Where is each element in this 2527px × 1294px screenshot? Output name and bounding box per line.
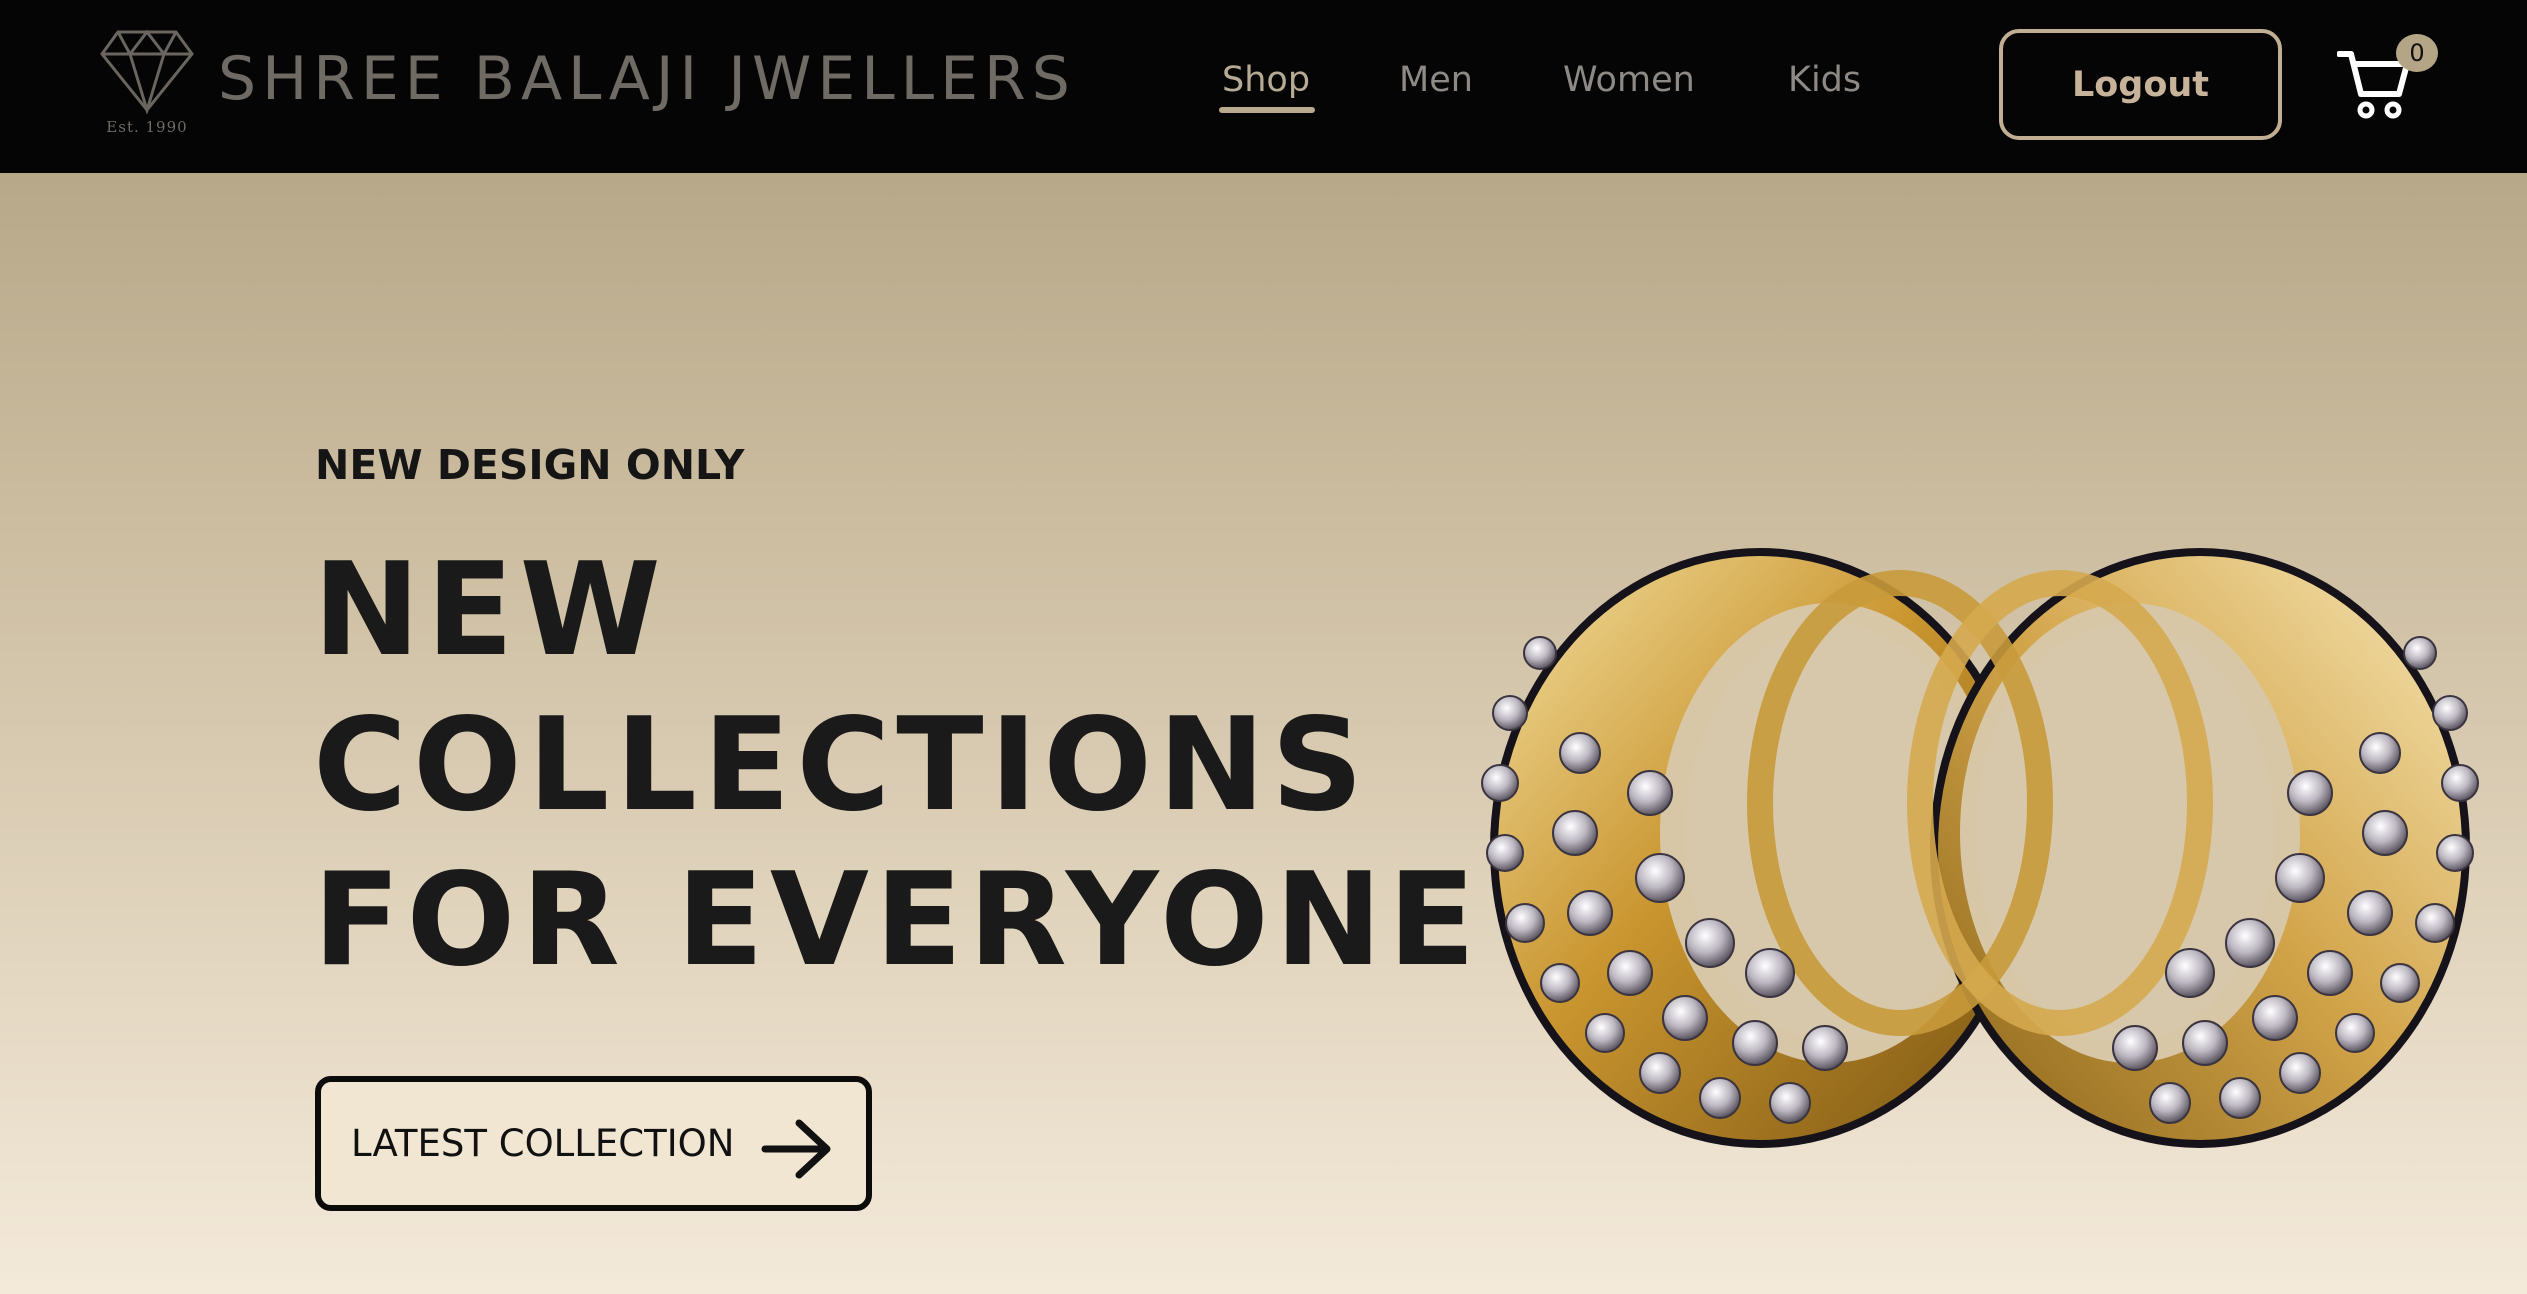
brand-name[interactable]: SHREE BALAJI JWELLERS — [218, 44, 1076, 114]
arrow-right-icon — [761, 1119, 831, 1179]
navbar: Est. 1990 SHREE BALAJI JWELLERS Shop Men… — [0, 0, 2527, 173]
logo-established-text: Est. 1990 — [106, 118, 188, 136]
headline-line-3: FOR EVERYONE — [313, 846, 1482, 995]
nav-item-women[interactable]: Women — [1563, 60, 1695, 100]
diamond-rings-image — [1481, 548, 2479, 1148]
active-nav-underline — [1219, 107, 1315, 113]
hero-eyebrow: NEW DESIGN ONLY — [315, 441, 745, 489]
cart-button[interactable]: 0 — [2337, 34, 2438, 124]
headline-line-2: COLLECTIONS — [313, 691, 1370, 840]
nav-item-men[interactable]: Men — [1399, 60, 1473, 100]
cart-count-badge: 0 — [2396, 34, 2438, 72]
hero-section: NEW DESIGN ONLY NEW COLLECTIONS FOR EVER… — [0, 173, 2527, 1294]
headline-line-1: NEW — [313, 536, 667, 685]
nav-item-shop[interactable]: Shop — [1222, 60, 1310, 100]
logout-button[interactable]: Logout — [1999, 29, 2282, 140]
hero-headline: NEW COLLECTIONS FOR EVERYONE — [313, 533, 1481, 998]
logo[interactable]: Est. 1990 — [98, 28, 196, 140]
diamond-logo-icon — [100, 29, 194, 114]
cta-label: LATEST COLLECTION — [351, 1122, 735, 1165]
nav-item-kids[interactable]: Kids — [1788, 60, 1861, 100]
latest-collection-button[interactable]: LATEST COLLECTION — [315, 1076, 872, 1211]
